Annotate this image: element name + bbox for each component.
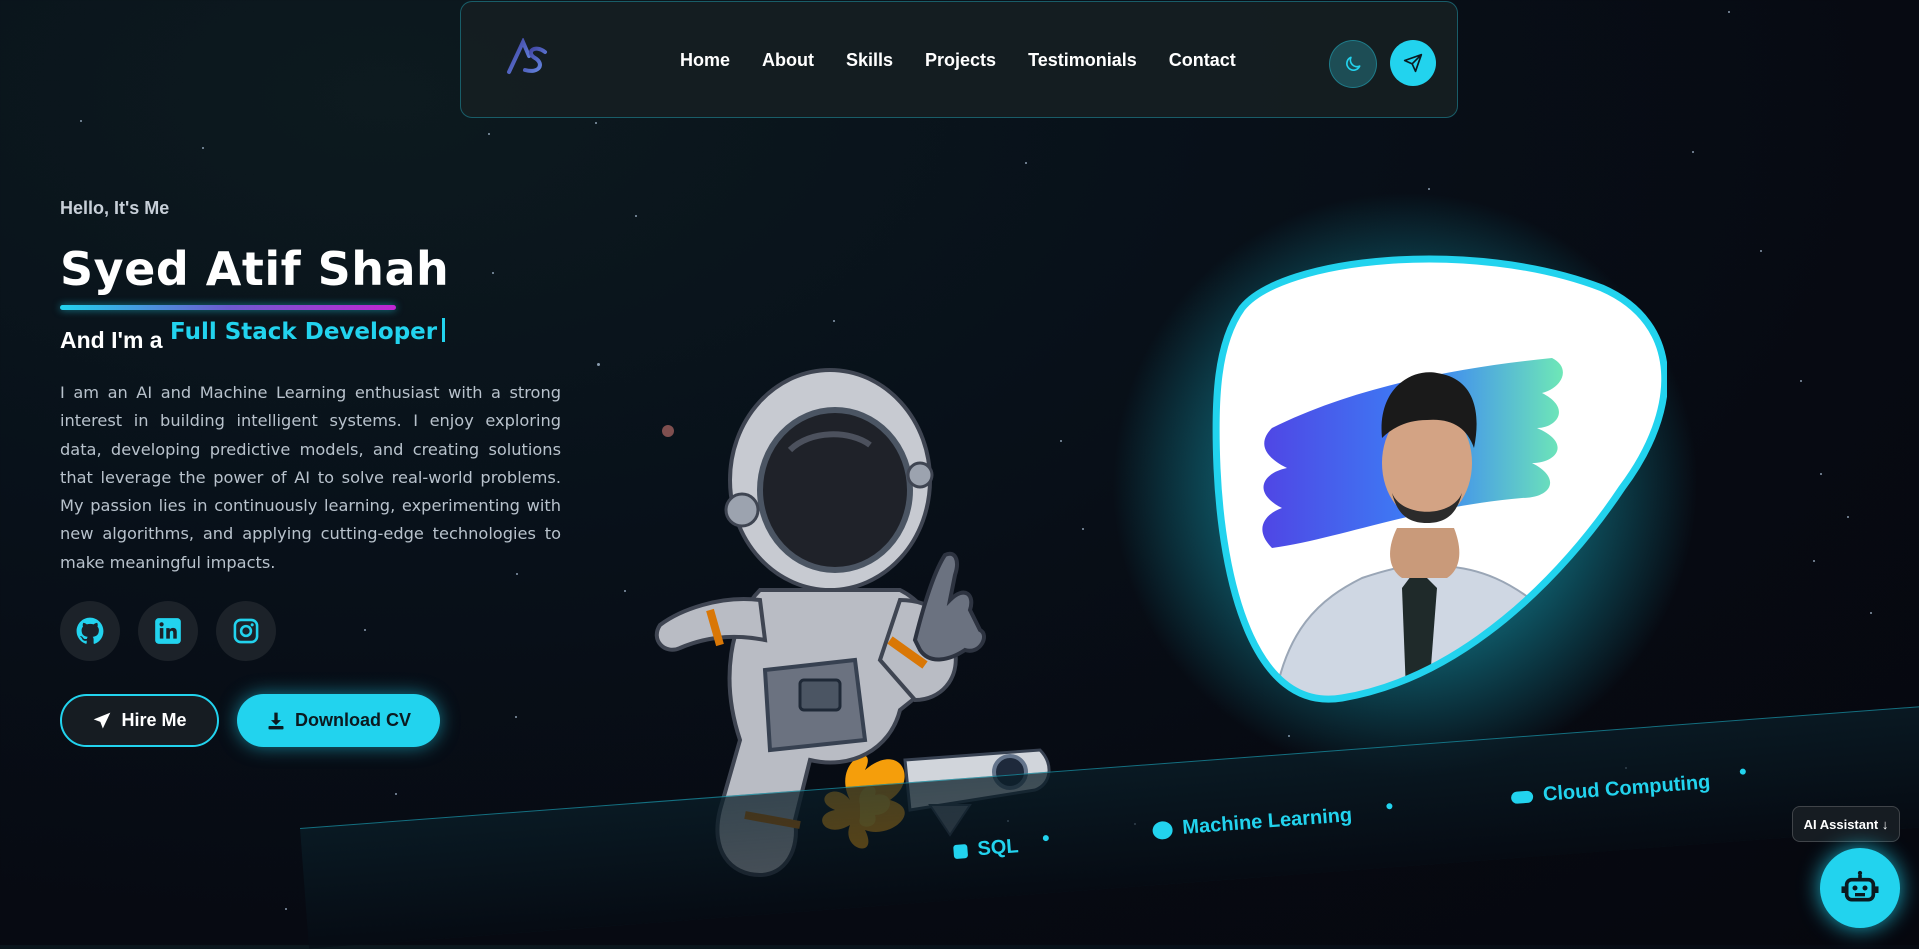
social-links — [60, 601, 276, 661]
marquee-dot — [1386, 803, 1393, 810]
top-navbar: Home About Skills Projects Testimonials … — [460, 1, 1458, 118]
cloud-icon — [1510, 789, 1534, 804]
nav-home[interactable]: Home — [680, 50, 730, 71]
nav-contact[interactable]: Contact — [1169, 50, 1236, 71]
database-icon — [953, 843, 969, 859]
paper-plane-icon — [1403, 53, 1423, 73]
hire-me-button[interactable]: Hire Me — [60, 694, 219, 747]
marquee-label: Cloud Computing — [1542, 771, 1712, 806]
contact-send-button[interactable] — [1390, 40, 1436, 86]
marquee-dot — [1739, 768, 1747, 775]
marquee-item-machine-learning: Machine Learning — [1151, 804, 1353, 842]
site-logo[interactable] — [505, 37, 555, 78]
marquee-item-sql: SQL — [953, 835, 1020, 863]
linkedin-icon — [155, 618, 181, 644]
ai-assistant-tooltip: AI Assistant ↓ — [1792, 806, 1900, 842]
theme-toggle-button[interactable] — [1329, 40, 1377, 88]
small-planet — [662, 425, 674, 437]
nav-skills[interactable]: Skills — [846, 50, 893, 71]
profile-photo — [1212, 255, 1667, 703]
github-icon — [76, 617, 104, 644]
paper-plane-icon — [94, 712, 111, 728]
download-icon — [268, 712, 284, 729]
linkedin-link[interactable] — [138, 601, 198, 661]
download-cv-button[interactable]: Download CV — [237, 694, 440, 747]
hero-greeting: Hello, It's Me — [60, 198, 170, 218]
ai-assistant-button[interactable] — [1820, 848, 1900, 928]
robot-icon — [1841, 870, 1879, 902]
nav-links: Home About Skills Projects Testimonials … — [680, 50, 1236, 71]
hero-name: Syed Atif Shah — [60, 242, 450, 296]
moon-icon — [1346, 56, 1361, 71]
name-underline — [60, 305, 396, 310]
role-prefix: And I'm a — [60, 327, 163, 353]
download-cv-label: Download CV — [295, 710, 411, 730]
marquee-label: SQL — [976, 835, 1020, 861]
nav-about[interactable]: About — [762, 50, 814, 71]
github-link[interactable] — [60, 601, 120, 661]
marquee-dot — [1042, 834, 1050, 842]
typing-caret — [442, 318, 446, 342]
role-typed-text: Full Stack Developer — [170, 318, 446, 345]
astronaut-helmet — [724, 368, 934, 592]
instagram-icon — [233, 618, 259, 644]
instagram-link[interactable] — [216, 601, 276, 661]
marquee-item-cloud-computing: Cloud Computing — [1510, 771, 1711, 809]
marquee-label: Machine Learning — [1181, 804, 1353, 839]
nav-projects[interactable]: Projects — [925, 50, 996, 71]
hero-bio: I am an AI and Machine Learning enthusia… — [60, 383, 561, 572]
nav-testimonials[interactable]: Testimonials — [1028, 50, 1137, 71]
brain-icon — [1151, 820, 1174, 840]
hire-me-label: Hire Me — [121, 710, 187, 730]
